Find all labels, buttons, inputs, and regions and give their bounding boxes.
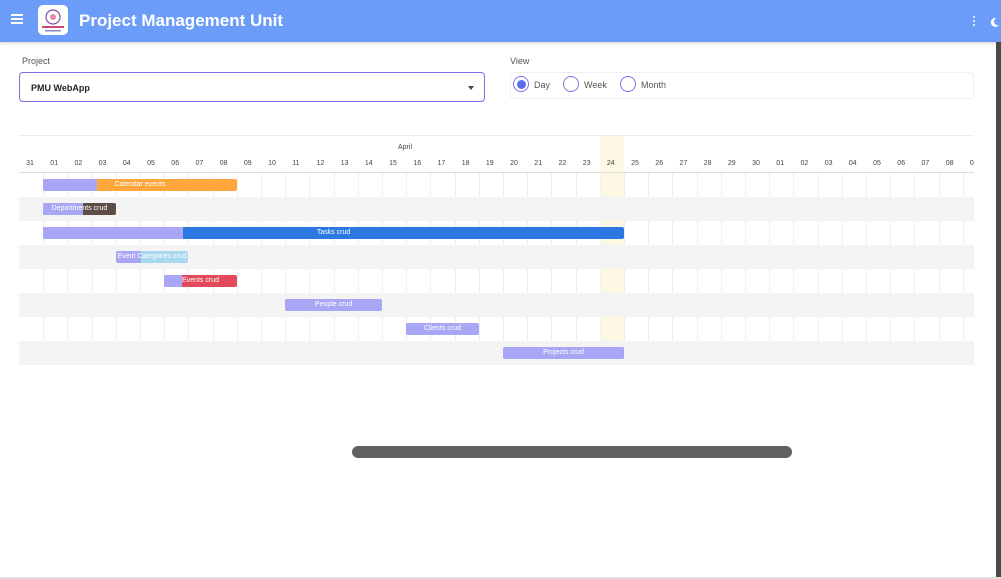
day-label: 08 bbox=[945, 160, 954, 167]
day-label: 10 bbox=[268, 160, 276, 167]
day-label: 09 bbox=[969, 160, 974, 167]
caret-down-icon bbox=[468, 86, 474, 90]
day-label: 04 bbox=[848, 160, 857, 167]
task-row bbox=[19, 341, 974, 365]
gantt-chart: April 31 01 02 03 04 05 06 07 08 09 10 11 12 13 14 15 16… bbox=[19, 135, 974, 367]
day-label: 16 bbox=[413, 160, 422, 167]
day-label: 19 bbox=[485, 160, 494, 167]
day-label: 13 bbox=[340, 160, 349, 167]
project-select-value: PMU WebApp bbox=[31, 83, 90, 93]
day-label: 05 bbox=[147, 160, 155, 167]
day-label: 07 bbox=[195, 160, 204, 167]
month-label: April bbox=[398, 144, 413, 151]
task-bar-label: Departments crud bbox=[51, 205, 108, 212]
view-option-label: Month bbox=[641, 80, 667, 90]
day-label: 18 bbox=[461, 160, 470, 167]
day-label: 28 bbox=[703, 160, 712, 167]
day-label: 03 bbox=[824, 160, 833, 167]
task-bar-label: Tasks crud bbox=[316, 229, 351, 236]
day-label: 08 bbox=[219, 160, 228, 167]
task-bar-label: Projects crud bbox=[543, 349, 584, 356]
view-option-label: Week bbox=[584, 80, 607, 90]
day-label: 01 bbox=[50, 160, 59, 167]
day-label: 31 bbox=[26, 160, 34, 167]
day-label: 05 bbox=[873, 160, 881, 167]
task-bar-label: Calendar events bbox=[114, 181, 166, 188]
day-label: 17 bbox=[437, 160, 446, 167]
moon-icon[interactable] bbox=[989, 15, 1000, 27]
day-label: 04 bbox=[122, 160, 131, 167]
day-label: 26 bbox=[655, 160, 664, 167]
day-label: 15 bbox=[389, 160, 397, 167]
task-row bbox=[19, 317, 974, 341]
app-logo bbox=[38, 5, 68, 35]
day-label: 09 bbox=[243, 160, 252, 167]
day-label: 21 bbox=[534, 160, 543, 167]
horizontal-scrollbar[interactable] bbox=[352, 446, 792, 458]
task-bar-label: Events crud bbox=[182, 277, 219, 284]
task-bar[interactable]: Calendar events bbox=[43, 179, 237, 191]
day-label: 03 bbox=[98, 160, 107, 167]
task-bar[interactable]: Clients crud bbox=[406, 323, 479, 335]
radio-dot bbox=[516, 79, 526, 89]
task-bar[interactable]: Events crud bbox=[164, 275, 237, 287]
task-bar[interactable]: Departments crud bbox=[43, 203, 116, 215]
day-label: 07 bbox=[921, 160, 930, 167]
task-bar-label: Event Categories crud bbox=[117, 253, 187, 260]
day-label: 01 bbox=[776, 160, 785, 167]
day-label: 23 bbox=[582, 160, 591, 167]
project-label: Project bbox=[22, 56, 51, 66]
menu-icon[interactable] bbox=[11, 12, 23, 26]
day-label: 30 bbox=[752, 160, 760, 167]
task-bar[interactable]: People crud bbox=[285, 299, 382, 311]
day-label: 06 bbox=[171, 160, 180, 167]
app-title: Project Management Unit bbox=[79, 11, 284, 30]
task-bar[interactable]: Projects crud bbox=[503, 347, 624, 359]
task-bar-label: People crud bbox=[314, 301, 353, 308]
day-label: 02 bbox=[800, 160, 809, 167]
day-label: 02 bbox=[74, 160, 83, 167]
radio-circle-day bbox=[513, 76, 529, 92]
day-label: 11 bbox=[292, 160, 300, 167]
task-row bbox=[19, 269, 974, 293]
day-label: 27 bbox=[679, 160, 688, 167]
task-row bbox=[19, 293, 974, 317]
day-label: 22 bbox=[558, 160, 567, 167]
view-label: View bbox=[510, 56, 530, 66]
day-label: 20 bbox=[510, 160, 518, 167]
day-label: 12 bbox=[316, 160, 325, 167]
day-label: 14 bbox=[364, 160, 373, 167]
day-label: 06 bbox=[897, 160, 906, 167]
vertical-scrollbar[interactable] bbox=[996, 42, 1001, 579]
day-label: 24 bbox=[606, 160, 615, 167]
more-options-icon[interactable] bbox=[972, 15, 976, 27]
task-bar-label: Clients crud bbox=[424, 325, 461, 332]
app-bar: Project Management Unit bbox=[0, 0, 1001, 42]
view-radio-group bbox=[510, 72, 974, 99]
task-bar[interactable]: Event Categories crud bbox=[115, 251, 189, 263]
task-bar[interactable]: Tasks crud bbox=[43, 227, 624, 239]
radio-circle-week bbox=[563, 76, 579, 92]
task-row bbox=[19, 197, 974, 221]
view-option-label: Day bbox=[534, 80, 551, 90]
project-select[interactable]: PMU WebApp bbox=[19, 72, 485, 102]
day-label: 29 bbox=[727, 160, 736, 167]
header-top-line bbox=[19, 135, 974, 136]
day-label: 25 bbox=[631, 160, 639, 167]
radio-circle-month bbox=[620, 76, 636, 92]
